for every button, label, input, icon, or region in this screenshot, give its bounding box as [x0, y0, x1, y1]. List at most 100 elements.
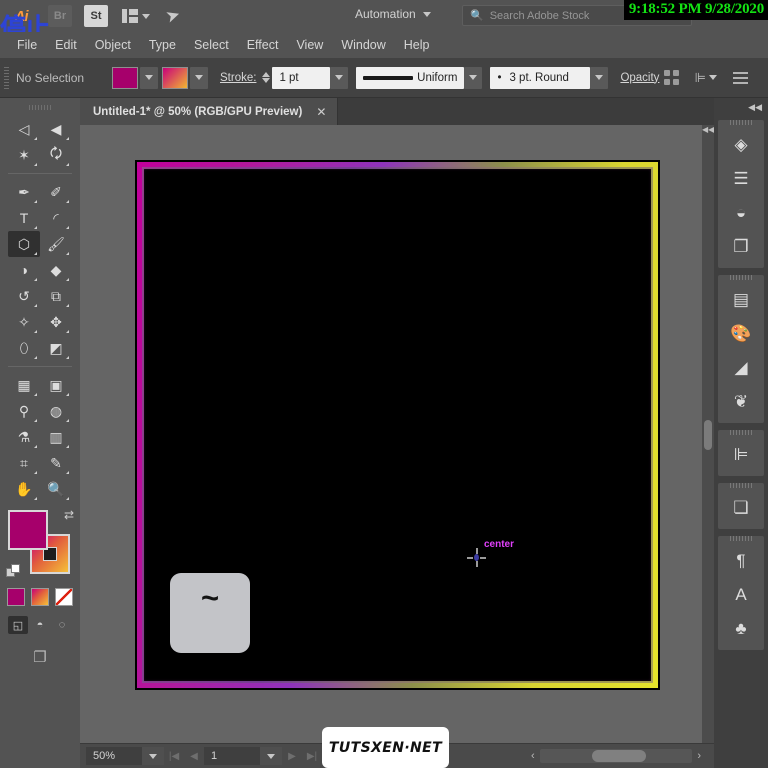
- libraries-panel-icon[interactable]: ☰: [718, 162, 764, 196]
- shape-builder-tool[interactable]: ⬯: [8, 335, 40, 361]
- perspective-grid-tool[interactable]: ◩: [40, 335, 72, 361]
- align-icon[interactable]: ⊫: [695, 70, 717, 86]
- width-tool[interactable]: ✧: [8, 309, 40, 335]
- scroll-left-icon[interactable]: ‹: [526, 750, 540, 762]
- scrollbar-thumb[interactable]: [704, 420, 712, 450]
- menu-object[interactable]: Object: [86, 35, 140, 55]
- last-artboard-button[interactable]: ▶|: [302, 747, 322, 765]
- stock-button[interactable]: St: [84, 5, 108, 27]
- fill-swatch[interactable]: [112, 66, 138, 89]
- panel-group-grip[interactable]: [730, 483, 752, 488]
- paintbrush-tool[interactable]: 🖌: [40, 231, 72, 257]
- first-artboard-button[interactable]: |◀: [164, 747, 184, 765]
- fill-swatch-group[interactable]: [112, 66, 158, 89]
- fill-color-box[interactable]: [8, 510, 48, 550]
- menu-view[interactable]: View: [287, 35, 332, 55]
- panel-group-grip[interactable]: [730, 430, 752, 435]
- none-swatch-button[interactable]: [55, 588, 73, 606]
- type-tool[interactable]: T: [8, 205, 40, 231]
- bridge-button[interactable]: Br: [48, 5, 72, 27]
- free-transform-tool[interactable]: ✥: [40, 309, 72, 335]
- symbol-sprayer-tool[interactable]: ⚗: [8, 424, 40, 450]
- draw-behind-mode-button[interactable]: ◓: [30, 616, 50, 634]
- menu-edit[interactable]: Edit: [46, 35, 86, 55]
- artboards-panel-icon[interactable]: ❐: [718, 230, 764, 264]
- canvas-vertical-scrollbar[interactable]: [702, 125, 714, 743]
- stroke-swatch[interactable]: [162, 66, 188, 89]
- options-list-icon[interactable]: [733, 71, 748, 84]
- tools-panel-grip[interactable]: [29, 105, 51, 110]
- automation-menu[interactable]: Automation: [355, 7, 431, 21]
- line-segment-tool[interactable]: ◜: [40, 205, 72, 231]
- magic-wand-tool[interactable]: ✶: [8, 142, 40, 168]
- gradient-swatch-button[interactable]: [31, 588, 49, 606]
- collapse-panels-icon[interactable]: ◀◀: [714, 100, 768, 116]
- gradient-panel-icon[interactable]: ▤: [718, 283, 764, 317]
- scale-tool[interactable]: ⧉: [40, 283, 72, 309]
- panel-group-grip[interactable]: [730, 275, 752, 280]
- character-panel-icon[interactable]: A: [718, 578, 764, 612]
- horizontal-scrollbar[interactable]: ‹ ›: [526, 748, 706, 764]
- brush-dropdown[interactable]: [590, 66, 609, 89]
- appearance-panel-icon[interactable]: ◒: [718, 196, 764, 230]
- menu-file[interactable]: File: [8, 35, 46, 55]
- transform-grid-icon[interactable]: [663, 70, 679, 85]
- scrollbar-track[interactable]: [539, 749, 693, 763]
- shape-tool[interactable]: ⬡: [8, 231, 40, 257]
- gradient-tool[interactable]: ▣: [40, 372, 72, 398]
- stepper-down-icon[interactable]: [262, 78, 271, 83]
- eyedropper-tool[interactable]: ⚲: [8, 398, 40, 424]
- direct-selection-tool[interactable]: ◀: [40, 116, 72, 142]
- selection-tool[interactable]: ◁: [8, 116, 40, 142]
- close-icon[interactable]: ✕: [316, 105, 326, 119]
- screen-mode-button[interactable]: ❐: [0, 648, 80, 666]
- mesh-tool[interactable]: ▦: [8, 372, 40, 398]
- menu-type[interactable]: Type: [140, 35, 185, 55]
- brush-definition-field[interactable]: • 3 pt. Round: [490, 66, 591, 89]
- align-panel-icon[interactable]: ⊫: [718, 438, 764, 472]
- panel-group-grip[interactable]: [730, 120, 752, 125]
- next-artboard-button[interactable]: ▶: [282, 747, 302, 765]
- opacity-label[interactable]: Opacity: [620, 72, 659, 84]
- color-panel-icon[interactable]: 🎨: [718, 317, 764, 351]
- stroke-label[interactable]: Stroke:: [220, 72, 256, 84]
- zoom-dropdown-button[interactable]: [142, 747, 164, 765]
- symbols-panel-icon[interactable]: ♣: [718, 612, 764, 646]
- eraser-tool[interactable]: ◆: [40, 257, 72, 283]
- panel-group-grip[interactable]: [730, 536, 752, 541]
- canvas-area[interactable]: center ~ ◀◀: [80, 125, 714, 743]
- stroke-swatch-group[interactable]: [162, 66, 208, 89]
- color-swatch-button[interactable]: [7, 588, 25, 606]
- menu-help[interactable]: Help: [395, 35, 439, 55]
- stroke-weight-dropdown[interactable]: [330, 66, 349, 89]
- canvas-collapse-icon[interactable]: ◀◀: [702, 125, 714, 139]
- artboard-tool[interactable]: ⌗: [8, 450, 40, 476]
- hand-tool[interactable]: ✋: [8, 476, 40, 502]
- scroll-right-icon[interactable]: ›: [692, 750, 706, 762]
- default-fill-stroke-icon[interactable]: [6, 564, 22, 580]
- stroke-weight-field[interactable]: 1 pt: [272, 66, 331, 89]
- artboard-dropdown-button[interactable]: [260, 747, 282, 765]
- document-tab[interactable]: Untitled-1* @ 50% (RGB/GPU Preview) ✕: [80, 98, 339, 125]
- stroke-profile-dropdown[interactable]: [464, 66, 483, 89]
- draw-normal-mode-button[interactable]: ◱: [8, 616, 28, 634]
- curvature-tool[interactable]: ✐: [40, 179, 72, 205]
- zoom-level-field[interactable]: 50%: [86, 747, 142, 765]
- share-plane-icon[interactable]: ➤: [163, 4, 183, 27]
- menu-window[interactable]: Window: [332, 35, 394, 55]
- stepper-up-icon[interactable]: [262, 72, 271, 77]
- fill-dropdown-button[interactable]: [140, 66, 158, 89]
- draw-inside-mode-button[interactable]: ◌: [52, 616, 72, 634]
- stroke-dropdown-button[interactable]: [190, 66, 208, 89]
- blend-tool[interactable]: ◍: [40, 398, 72, 424]
- pathfinder-panel-icon[interactable]: ❏: [718, 491, 764, 525]
- lasso-tool[interactable]: 🗘: [40, 142, 72, 168]
- scrollbar-thumb[interactable]: [591, 750, 646, 762]
- control-bar-grip[interactable]: [4, 66, 9, 89]
- pen-tool[interactable]: ✒: [8, 179, 40, 205]
- stroke-weight-stepper[interactable]: [262, 72, 271, 83]
- shaper-tool[interactable]: ◑: [8, 257, 40, 283]
- prev-artboard-button[interactable]: ◀: [184, 747, 204, 765]
- swap-fill-stroke-icon[interactable]: ⇄: [64, 508, 74, 522]
- menu-effect[interactable]: Effect: [238, 35, 288, 55]
